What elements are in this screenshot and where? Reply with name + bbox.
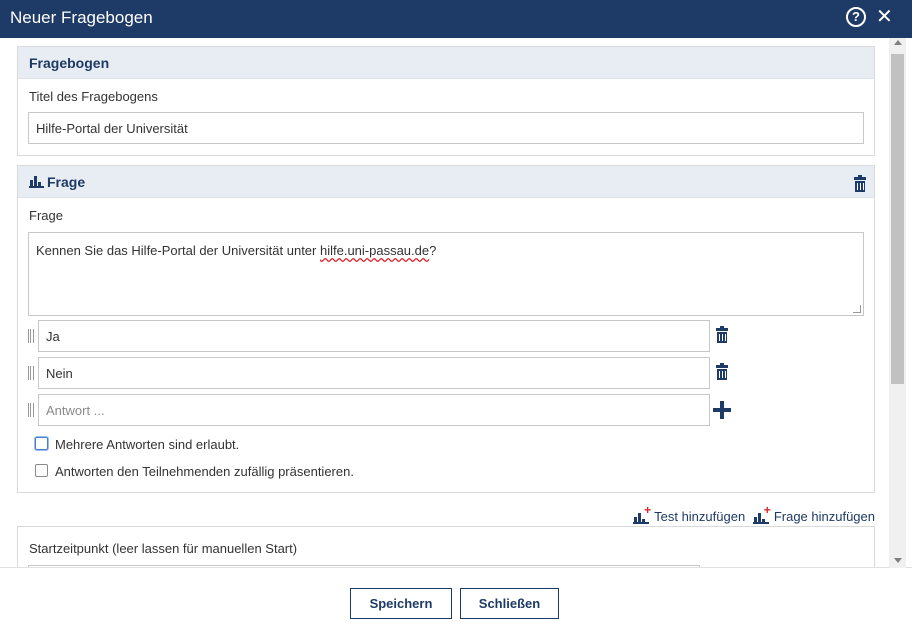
question-heading: Frage (18, 166, 874, 198)
scroll-thumb[interactable] (891, 54, 904, 384)
bar-chart-icon (29, 176, 44, 188)
question-text-end: ? (429, 243, 437, 258)
title-input[interactable]: Hilfe-Portal der Universität (28, 112, 864, 144)
resize-handle-icon[interactable] (853, 305, 861, 313)
dialog-content: Fragebogen Titel des Fragebogens Hilfe-P… (0, 38, 912, 568)
start-label: Startzeitpunkt (leer lassen für manuelle… (29, 541, 298, 556)
answer-input-2[interactable]: Nein (38, 357, 710, 389)
question-text-link: hilfe.uni-passau.de (319, 243, 430, 258)
questionnaire-panel: Fragebogen Titel des Fragebogens Hilfe-P… (17, 46, 875, 156)
add-answer-plus-icon[interactable] (713, 401, 731, 419)
random-order-checkbox[interactable] (35, 464, 48, 477)
question-panel: Frage Frage Kennen Sie das Hilfe-Portal … (17, 165, 875, 493)
drag-handle-icon[interactable] (28, 403, 34, 417)
multiple-answers-checkbox[interactable] (35, 437, 48, 450)
questionnaire-heading: Fragebogen (18, 47, 874, 79)
drag-handle-icon[interactable] (28, 366, 34, 380)
vertical-scrollbar[interactable] (889, 38, 906, 568)
question-circle-icon[interactable]: ? (846, 7, 866, 27)
start-panel: Startzeitpunkt (leer lassen für manuelle… (17, 526, 875, 567)
add-test-link[interactable]: + Test hinzufügen (633, 504, 746, 524)
add-test-chart-icon: + (633, 504, 651, 524)
question-heading-label: Frage (47, 174, 86, 190)
save-button[interactable]: Speichern (350, 588, 452, 619)
multiple-answers-label: Mehrere Antworten sind erlaubt. (55, 437, 240, 452)
drag-handle-icon[interactable] (28, 329, 34, 343)
question-text-start: Kennen Sie das Hilfe-Portal der Universi… (36, 243, 320, 258)
title-label: Titel des Fragebogens (29, 89, 158, 104)
add-test-label: Test hinzufügen (654, 509, 746, 524)
close-button[interactable]: Schließen (460, 588, 559, 619)
random-order-label: Antworten den Teilnehmenden zufällig prä… (55, 464, 354, 479)
question-textarea[interactable]: Kennen Sie das Hilfe-Portal der Universi… (28, 232, 864, 316)
dialog-footer: Speichern Schließen (0, 568, 912, 631)
dialog-titlebar: Neuer Fragebogen ? ✕ (0, 0, 912, 38)
delete-answer-trash-icon[interactable] (716, 326, 728, 343)
answer-input-1[interactable]: Ja (38, 320, 710, 352)
add-question-link[interactable]: + Frage hinzufügen (752, 504, 875, 524)
add-question-label: Frage hinzufügen (773, 509, 875, 524)
delete-question-trash-icon[interactable] (854, 175, 866, 192)
scroll-up-icon[interactable] (894, 40, 902, 45)
scroll-down-icon[interactable] (894, 558, 902, 563)
question-label: Frage (29, 208, 63, 223)
dialog-title: Neuer Fragebogen (10, 8, 153, 27)
new-answer-input[interactable]: Antwort ... (38, 394, 710, 426)
add-actions: + Test hinzufügen + Frage hinzufügen (629, 504, 875, 524)
close-x-icon[interactable]: ✕ (876, 5, 893, 29)
add-question-chart-icon: + (752, 504, 771, 524)
delete-answer-trash-icon[interactable] (716, 363, 728, 380)
